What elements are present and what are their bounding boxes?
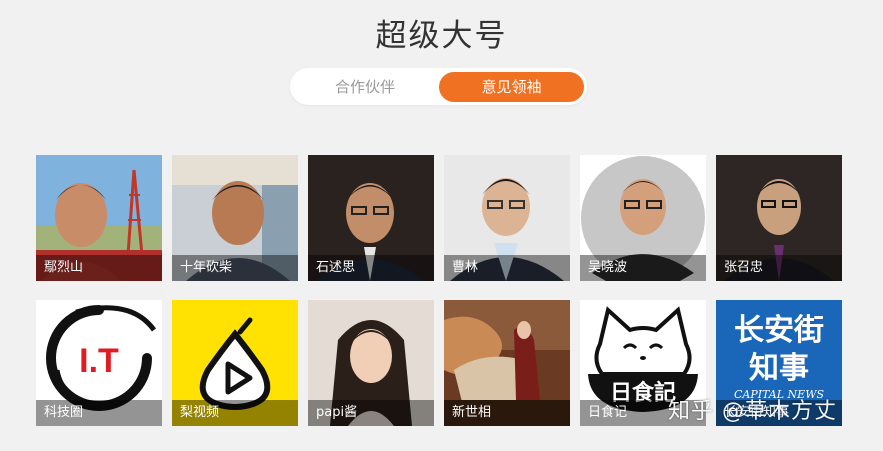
account-name: 吴晓波 [580, 255, 706, 281]
account-card[interactable]: papi酱 [308, 300, 434, 426]
account-name: 新世相 [444, 400, 570, 426]
account-name: 石述思 [308, 255, 434, 281]
account-card[interactable]: 新世相 [444, 300, 570, 426]
account-name: 十年砍柴 [172, 255, 298, 281]
news-logo-line1: 长安街 [734, 313, 824, 348]
page-title: 超级大号 [375, 18, 508, 54]
account-card[interactable]: 曹林 [444, 155, 570, 281]
account-name: 梨视频 [172, 400, 298, 426]
account-name: 科技圈 [36, 400, 162, 426]
account-card[interactable]: 梨视频 [172, 300, 298, 426]
account-card[interactable]: I.T 科技圈 [36, 300, 162, 426]
account-name: 曹林 [444, 255, 570, 281]
account-card[interactable]: 石述思 [308, 155, 434, 281]
tab-bar: 合作伙伴 意见领袖 [290, 68, 587, 105]
news-logo-line2: 知事 [749, 351, 809, 386]
account-card[interactable]: 鄢烈山 [36, 155, 162, 281]
it-logo-text: I.T [79, 342, 119, 380]
account-name: 鄢烈山 [36, 255, 162, 281]
account-name: 张召忠 [716, 255, 842, 281]
account-card[interactable]: 吴晓波 [580, 155, 706, 281]
tab-partners[interactable]: 合作伙伴 [296, 72, 434, 102]
account-name: papi酱 [308, 400, 434, 426]
watermark: 知乎 @草木方丈 [668, 399, 837, 424]
account-card[interactable]: 张召忠 [716, 155, 842, 281]
tab-opinion-leaders[interactable]: 意见领袖 [439, 72, 584, 102]
account-card[interactable]: 十年砍柴 [172, 155, 298, 281]
